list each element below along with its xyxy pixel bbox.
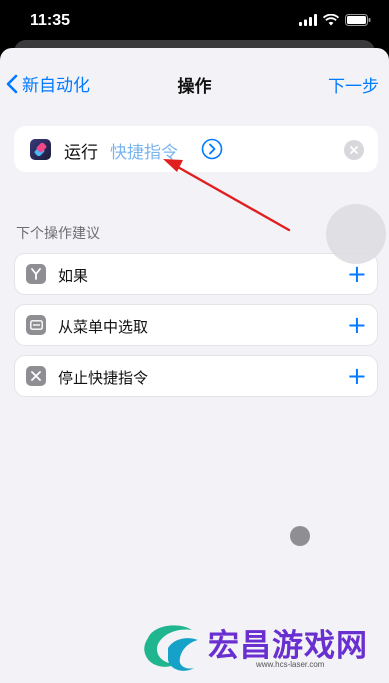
watermark-logo bbox=[144, 625, 198, 671]
close-icon bbox=[350, 146, 358, 154]
next-button[interactable]: 下一步 bbox=[328, 72, 379, 97]
watermark-text: 宏昌游戏网 bbox=[208, 628, 368, 664]
remove-action-button[interactable] bbox=[344, 140, 364, 160]
suggestion-label: 如果 bbox=[58, 267, 89, 285]
menu-icon bbox=[26, 315, 46, 335]
cellular-signal-icon bbox=[299, 14, 317, 26]
add-suggestion-button[interactable]: + bbox=[347, 362, 367, 390]
suggestion-if[interactable]: 如果 + bbox=[14, 253, 378, 295]
suggestion-label: 停止快捷指令 bbox=[58, 369, 149, 387]
wifi-icon bbox=[323, 14, 339, 26]
suggestion-stop-shortcut[interactable]: 停止快捷指令 + bbox=[14, 355, 378, 397]
suggestion-choose-from-menu[interactable]: 从菜单中选取 + bbox=[14, 304, 378, 346]
status-time: 11:35 bbox=[30, 12, 71, 29]
action-sheet: 新自动化 操作 下一步 运行 快捷指令 下个操作建议 如果 + 从菜单中选取 +… bbox=[0, 48, 389, 683]
battery-icon bbox=[345, 14, 371, 26]
assistive-touch-indicator bbox=[326, 204, 386, 264]
add-suggestion-button[interactable]: + bbox=[347, 311, 367, 339]
status-icons bbox=[299, 14, 371, 26]
shortcut-parameter[interactable]: 快捷指令 bbox=[110, 138, 178, 163]
stop-icon bbox=[26, 366, 46, 386]
action-verb: 运行 bbox=[64, 143, 98, 163]
touch-point-indicator bbox=[290, 526, 310, 546]
shortcuts-app-icon bbox=[30, 139, 51, 160]
run-shortcut-action[interactable]: 运行 快捷指令 bbox=[14, 126, 378, 172]
branch-icon bbox=[26, 264, 46, 284]
chevron-right-circle-icon[interactable] bbox=[201, 138, 223, 160]
status-bar: 11:35 bbox=[0, 0, 389, 44]
navigation-bar: 新自动化 操作 下一步 bbox=[0, 68, 389, 98]
suggestion-label: 从菜单中选取 bbox=[58, 318, 149, 336]
suggestions-header: 下个操作建议 bbox=[16, 226, 100, 242]
watermark: 宏昌游戏网 www.hcs-laser.com bbox=[140, 616, 380, 678]
watermark-url: www.hcs-laser.com bbox=[256, 660, 325, 669]
add-suggestion-button[interactable]: + bbox=[347, 260, 367, 288]
